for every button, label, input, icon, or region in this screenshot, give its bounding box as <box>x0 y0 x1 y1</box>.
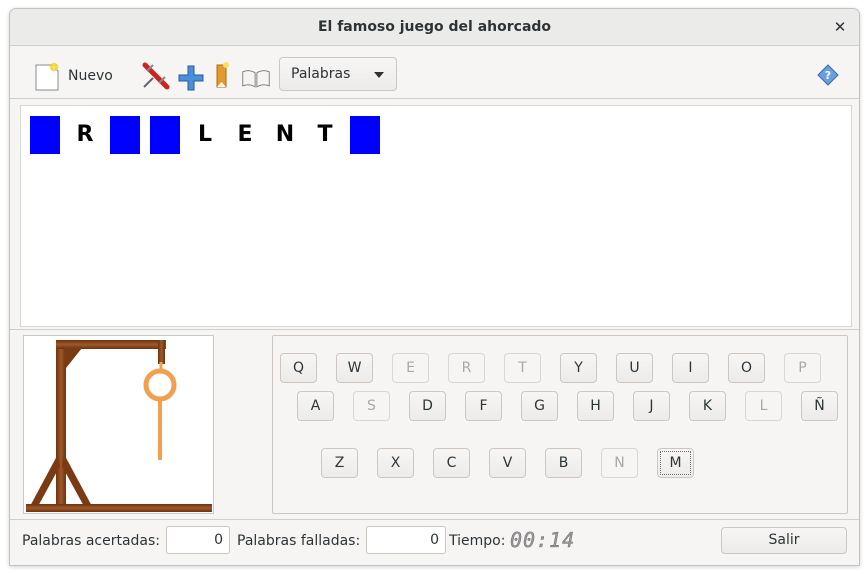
chevron-down-icon <box>374 72 384 78</box>
key-h[interactable]: H <box>577 391 614 421</box>
hidden-letter-slot <box>350 116 380 154</box>
revealed-letter-slot: N <box>275 122 295 147</box>
close-button[interactable]: ✕ <box>830 17 850 37</box>
key-y[interactable]: Y <box>560 353 597 383</box>
new-game-label: Nuevo <box>68 68 113 84</box>
key-s: S <box>353 391 390 421</box>
time-label: Tiempo: <box>449 533 506 549</box>
key-e: E <box>392 353 429 383</box>
revealed-letter-slot: R <box>76 122 94 147</box>
correct-words-label: Palabras acertadas: <box>22 533 161 549</box>
toolbar: Nuevo Palabras ? <box>10 46 859 99</box>
new-game-button[interactable]: Nuevo <box>34 60 113 92</box>
separator <box>10 329 859 330</box>
correct-words-field: 0 <box>166 526 230 554</box>
add-icon[interactable] <box>176 63 206 93</box>
book-icon[interactable] <box>241 63 271 93</box>
key-j[interactable]: J <box>633 391 670 421</box>
help-icon[interactable]: ? <box>817 64 839 86</box>
category-select-value: Palabras <box>291 66 351 82</box>
time-display: 00:14 <box>510 528 576 552</box>
gallows-drawing <box>23 335 214 514</box>
tools-icon[interactable] <box>141 61 171 91</box>
revealed-letter-slot: L <box>197 122 213 147</box>
title-bar: El famoso juego del ahorcado ✕ <box>10 9 859 46</box>
letter-keyboard: QWERTYUIOP ASDFGHJKLÑ ZXCVBNM <box>272 335 848 514</box>
key-k[interactable]: K <box>689 391 726 421</box>
key-x[interactable]: X <box>377 448 414 478</box>
key-a[interactable]: A <box>297 391 334 421</box>
wrong-words-label: Palabras falladas: <box>237 533 361 549</box>
key-d[interactable]: D <box>409 391 446 421</box>
word-display: R LENT <box>20 105 852 327</box>
wrong-words-field: 0 <box>366 526 446 554</box>
key-i[interactable]: I <box>672 353 709 383</box>
revealed-letter-slot: E <box>237 122 253 147</box>
key-w[interactable]: W <box>336 353 373 383</box>
key-r: R <box>448 353 485 383</box>
key-c[interactable]: C <box>433 448 470 478</box>
key-v[interactable]: V <box>489 448 526 478</box>
key-m[interactable]: M <box>657 448 694 478</box>
bookmark-icon[interactable] <box>208 60 238 90</box>
separator <box>10 519 859 520</box>
hidden-letter-slot <box>150 116 180 154</box>
key-q[interactable]: Q <box>280 353 317 383</box>
new-document-icon <box>35 61 60 91</box>
key-t: T <box>504 353 541 383</box>
gallows-icon <box>26 340 212 512</box>
key-n: N <box>601 448 638 478</box>
revealed-letter-slot: T <box>317 122 333 147</box>
key-b[interactable]: B <box>545 448 582 478</box>
key-g[interactable]: G <box>521 391 558 421</box>
hidden-letter-slot <box>30 116 60 154</box>
key-p: P <box>784 353 821 383</box>
exit-button[interactable]: Salir <box>721 527 847 554</box>
key-z[interactable]: Z <box>321 448 358 478</box>
key-l: L <box>745 391 782 421</box>
main-window: El famoso juego del ahorcado ✕ Nuevo Pal… <box>9 8 860 566</box>
window-title: El famoso juego del ahorcado <box>317 19 552 35</box>
svg-text:?: ? <box>825 69 831 82</box>
key-u[interactable]: U <box>616 353 653 383</box>
key-o[interactable]: O <box>728 353 765 383</box>
hidden-letter-slot <box>110 116 140 154</box>
category-select[interactable]: Palabras <box>279 57 397 91</box>
key-ñ[interactable]: Ñ <box>801 391 838 421</box>
key-f[interactable]: F <box>465 391 502 421</box>
